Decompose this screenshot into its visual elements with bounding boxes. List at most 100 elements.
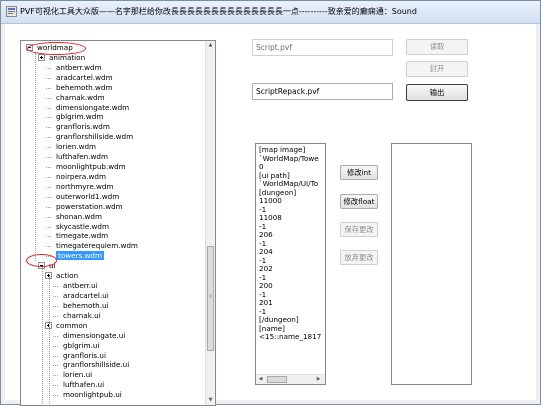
tree-connector-line bbox=[46, 127, 51, 129]
tree-item[interactable]: dimensiongate.ui bbox=[53, 330, 126, 341]
tree-item[interactable]: lorien.wdm bbox=[46, 142, 96, 152]
content-horizontal-scrollbar[interactable]: ◀ ▶ bbox=[256, 374, 325, 384]
tree-item[interactable]: granflorshillside.wdm bbox=[46, 132, 134, 142]
tree-item[interactable]: timegate.wdm bbox=[46, 231, 108, 241]
tree-item-label: action bbox=[56, 271, 79, 281]
tree-connector-line bbox=[46, 87, 51, 89]
scroll-up-arrow-icon[interactable]: ▲ bbox=[206, 41, 215, 50]
tree-connector-line bbox=[46, 117, 51, 119]
tree-item[interactable]: lufthafen.wdm bbox=[46, 152, 108, 162]
tree-connector-line bbox=[46, 226, 51, 228]
tree-item-label: antberr.ui bbox=[63, 281, 98, 291]
tree-item[interactable]: lufthafen.ui bbox=[53, 380, 104, 390]
tree-connector-line bbox=[46, 97, 51, 99]
tree-item-label: skycastle.wdm bbox=[56, 221, 109, 231]
scroll-left-arrow-icon[interactable]: ◀ bbox=[256, 375, 265, 384]
tree-item[interactable]: moonlightpub.ui bbox=[53, 390, 122, 400]
tree-item[interactable]: dimensiongate.wdm bbox=[46, 103, 129, 113]
tree-connector-line bbox=[46, 236, 51, 238]
tree-connector-line bbox=[53, 375, 58, 377]
content-scroll-thumb[interactable] bbox=[267, 376, 287, 383]
content-lines: [map image] `WorldMap/Towe 0 [ui path] `Worl… bbox=[256, 144, 325, 342]
tree-item[interactable]: powerstation.wdm bbox=[46, 202, 123, 212]
tree-item-label: moonlightpub.ui bbox=[63, 390, 122, 400]
tree-item-label: charnak.wdm bbox=[56, 92, 105, 102]
tree-guide-line bbox=[42, 266, 43, 405]
tree-guide-line bbox=[49, 276, 50, 405]
tree-connector-line bbox=[46, 77, 51, 79]
tree-scroll-thumb[interactable]: ⦀ bbox=[207, 246, 214, 351]
annotation-circle-ui bbox=[26, 254, 57, 267]
tree-item[interactable]: common bbox=[45, 321, 87, 331]
tree-item-label: behemoth.ui bbox=[63, 300, 109, 310]
tree-item[interactable]: moonlightpub.wdm bbox=[46, 162, 126, 172]
tree-connector-line bbox=[46, 157, 51, 159]
tree-item-label: gblgrim.wdm bbox=[56, 112, 104, 122]
tree-item[interactable]: behemoth.ui bbox=[53, 300, 109, 311]
modify-float-button[interactable]: 修改float bbox=[340, 194, 378, 209]
tree-connector-line bbox=[46, 107, 51, 109]
tree-connector-line bbox=[53, 296, 58, 297]
tree-item[interactable]: antberr.wdm bbox=[46, 63, 102, 73]
save-changes-button[interactable]: 保存更改 bbox=[340, 222, 378, 237]
tree-item[interactable]: granfloris.ui bbox=[53, 350, 106, 361]
content-line: 11008 bbox=[259, 213, 282, 222]
read-button[interactable]: 读取 bbox=[406, 39, 468, 55]
tree-item[interactable]: granfloris.wdm bbox=[46, 122, 110, 132]
content-line: 11000 bbox=[259, 196, 282, 205]
tree-item-label: aradcartel.wdm bbox=[56, 72, 113, 82]
tree-item[interactable]: charnak.wdm bbox=[46, 92, 105, 103]
tree-item[interactable]: granflorshillside.ui bbox=[53, 360, 129, 370]
tree-item[interactable]: towers.wdm bbox=[46, 251, 104, 261]
output-button[interactable]: 输出 bbox=[406, 84, 468, 101]
tree-connector-line bbox=[53, 365, 58, 367]
tree-item[interactable]: gblgrim.ui bbox=[53, 340, 100, 351]
scroll-down-arrow-icon[interactable]: ▼ bbox=[206, 396, 215, 405]
content-line: 200 bbox=[259, 281, 273, 290]
repack-path-field[interactable]: ScriptRepack.pvf bbox=[252, 83, 393, 100]
tree-item-label: behemoth.wdm bbox=[56, 82, 113, 92]
right-list-box[interactable] bbox=[391, 143, 472, 385]
tree-item[interactable]: action bbox=[45, 271, 79, 281]
tree-connector-line bbox=[46, 186, 51, 188]
tree-connector-line bbox=[53, 286, 58, 288]
tree-item-label: gblgrim.ui bbox=[63, 340, 100, 350]
tree-guide-line bbox=[35, 53, 36, 261]
content-line: 202 bbox=[259, 264, 273, 273]
tree-item[interactable]: skycastle.wdm bbox=[46, 221, 109, 232]
tree-item[interactable]: timegaterequiem.wdm bbox=[46, 241, 138, 251]
tree-item[interactable]: aradcartel.wdm bbox=[46, 72, 113, 83]
tree-item-label: aradcartel.ui bbox=[63, 291, 109, 300]
tree-item[interactable]: outerworld1.wdm bbox=[46, 191, 120, 202]
tree-connector-line bbox=[46, 246, 51, 248]
grip-icon: ⦀ bbox=[209, 294, 212, 300]
script-path-field[interactable]: Script.pvf bbox=[252, 39, 393, 56]
tree-vertical-scrollbar[interactable]: ▲ ⦀ ▼ bbox=[205, 41, 215, 405]
discard-changes-button[interactable]: 放弃更改 bbox=[340, 250, 378, 265]
tree-item-label: dimensiongate.ui bbox=[63, 330, 126, 340]
tree-item[interactable]: shonan.wdm bbox=[46, 211, 102, 222]
tree-item-label: shonan.wdm bbox=[56, 211, 102, 221]
tree-item[interactable]: noirpera.wdm bbox=[46, 171, 106, 182]
tree-item-label: granflorshillside.wdm bbox=[56, 132, 134, 142]
expand-plus-icon[interactable] bbox=[38, 53, 45, 61]
tree-item-label: granfloris.ui bbox=[63, 350, 106, 360]
tree-item[interactable]: lorien.ui bbox=[53, 370, 92, 380]
tree-item-label: outerworld1.wdm bbox=[56, 191, 120, 201]
content-textarea[interactable]: [map image] `WorldMap/Towe 0 [ui path] `Worl… bbox=[255, 143, 326, 385]
pack-button[interactable]: 封开 bbox=[406, 61, 468, 77]
tree-item-label: granfloris.wdm bbox=[56, 122, 110, 132]
tree-item[interactable]: aradcartel.ui bbox=[53, 291, 109, 301]
modify-int-button[interactable]: 修改int bbox=[340, 165, 378, 180]
scroll-right-arrow-icon[interactable]: ▶ bbox=[314, 375, 323, 384]
file-tree[interactable]: worldmap animation antberr.wdm aradcartel.w… bbox=[20, 40, 216, 406]
tree-item[interactable]: behemoth.wdm bbox=[46, 82, 113, 93]
tree-item[interactable]: antberr.ui bbox=[53, 281, 98, 291]
tree-connector-line bbox=[46, 206, 51, 208]
tree-item-label: noirpera.wdm bbox=[56, 171, 106, 181]
tree-item[interactable]: gblgrim.wdm bbox=[46, 112, 104, 122]
tree-item[interactable]: northmyre.wdm bbox=[46, 182, 113, 192]
tree-connector-line bbox=[46, 176, 51, 178]
tree-connector-line bbox=[46, 196, 51, 198]
tree-item[interactable]: charnak.ui bbox=[53, 311, 101, 321]
